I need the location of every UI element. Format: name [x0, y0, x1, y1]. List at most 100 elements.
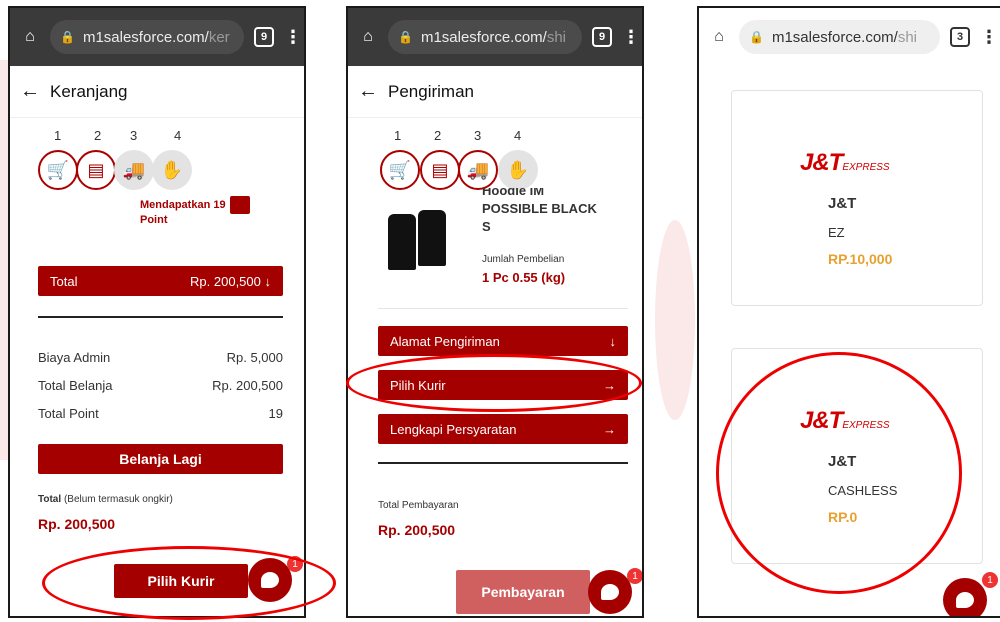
menu-dots-icon[interactable]: ⋮ [980, 27, 998, 48]
chat-button[interactable] [588, 570, 632, 614]
menu-dots-icon[interactable]: ⋮ [622, 27, 640, 48]
reward-icon [230, 196, 250, 214]
product-name: Hoodie IM POSSIBLE BLACK S [482, 188, 597, 248]
phone-screen-cart: ⌂ 🔒 m1salesforce.com/ker 9 ⋮ ← Keranjang… [8, 6, 306, 618]
total-note-text: (Belum termasuk ongkir) [63, 494, 173, 505]
logo-subtext: EXPRESS [842, 162, 890, 173]
step-number: 1 [54, 128, 62, 143]
truck-step-icon: 🚚 [458, 150, 498, 190]
summary-row: Total Point 19 [38, 406, 283, 421]
total-toggle-bar[interactable]: Total Rp. 200,500 ↓ [38, 266, 283, 296]
cart-step-icon: 🛒 [38, 150, 78, 190]
total-value: Rp. 200,500 [190, 273, 261, 289]
choose-courier-bar[interactable]: Pilih Kurir → [378, 370, 628, 400]
product-name-line: S [482, 219, 491, 234]
back-arrow-icon[interactable]: ← [358, 80, 378, 103]
step-number: 4 [174, 128, 182, 143]
arrow-down-icon: ↓ [264, 273, 272, 289]
cart-step-icon: 🛒 [380, 150, 420, 190]
summary-row: Total Belanja Rp. 200,500 [38, 378, 283, 393]
app-header: ← Pengiriman [348, 66, 642, 118]
total-note: Total (Belum termasuk ongkir) [38, 494, 173, 505]
payment-step-icon: ✋ [498, 150, 538, 190]
choose-courier-button[interactable]: Pilih Kurir [114, 564, 248, 598]
divider [38, 316, 283, 318]
courier-option-card[interactable]: J&TEXPRESS J&T EZ RP.10,000 [731, 90, 983, 306]
tab-count-button[interactable]: 9 [592, 27, 612, 47]
lock-icon: 🔒 [60, 30, 75, 44]
home-icon[interactable]: ⌂ [20, 27, 40, 47]
chat-badge: 1 [627, 568, 642, 584]
product-name-top: Hoodie IM [482, 188, 545, 198]
home-icon[interactable]: ⌂ [358, 27, 378, 47]
quantity-value: 1 Pc 0.55 (kg) [482, 270, 566, 285]
summary-value: 19 [268, 406, 283, 421]
jt-logo: J&TEXPRESS [800, 407, 890, 435]
home-icon[interactable]: ⌂ [709, 27, 729, 47]
store-step-icon: ▤ [420, 150, 460, 190]
summary-label: Biaya Admin [38, 350, 111, 365]
url-text-faded: shi [546, 28, 567, 46]
step-number: 4 [514, 128, 522, 143]
url-text-faded: ker [208, 28, 230, 46]
payment-label: Total Pembayaran [378, 500, 459, 511]
courier-service: CASHLESS [828, 483, 898, 498]
url-field[interactable]: 🔒 m1salesforce.com/ker [50, 20, 244, 54]
arrow-right-icon: → [603, 377, 616, 393]
app-header: ← Keranjang [10, 66, 304, 118]
grand-total: Rp. 200,500 [38, 516, 116, 532]
chat-badge: 1 [982, 572, 998, 588]
quantity-label: Jumlah Pembelian [482, 254, 565, 265]
url-field[interactable]: 🔒 m1salesforce.com/shi [388, 20, 582, 54]
url-text: m1salesforce.com/ [771, 28, 898, 46]
total-note-bold: Total [38, 494, 62, 505]
summary-label: Total Point [38, 406, 99, 421]
courier-name: J&T [828, 195, 857, 212]
browser-url-bar: ⌂ 🔒 m1salesforce.com/ker 9 ⋮ [10, 8, 304, 66]
requirements-bar[interactable]: Lengkapi Persyaratan → [378, 414, 628, 444]
shipping-address-bar[interactable]: Alamat Pengiriman ↓ [378, 326, 628, 356]
menu-label: Lengkapi Persyaratan [390, 421, 517, 437]
payment-button[interactable]: Pembayaran [456, 570, 590, 614]
chat-button[interactable] [248, 558, 292, 602]
tab-count-button[interactable]: 3 [950, 27, 970, 47]
url-field[interactable]: 🔒 m1salesforce.com/shi [739, 20, 940, 54]
arrow-right-icon: → [603, 421, 616, 437]
courier-option-card[interactable]: J&TEXPRESS J&T CASHLESS RP.0 [731, 348, 983, 564]
summary-value: Rp. 5,000 [226, 350, 283, 365]
tab-count-button[interactable]: 9 [254, 27, 274, 47]
step-number: 3 [130, 128, 138, 143]
page-title: Keranjang [50, 81, 128, 101]
chat-badge: 1 [287, 556, 303, 572]
watermark-shape-right [655, 220, 695, 420]
product-name-line: POSSIBLE BLACK [482, 201, 597, 216]
menu-dots-icon[interactable]: ⋮ [284, 27, 302, 48]
total-label: Total [50, 273, 78, 289]
url-text-faded: shi [897, 28, 918, 46]
courier-price: RP.10,000 [828, 251, 893, 267]
jt-logo: J&TEXPRESS [800, 149, 890, 177]
continue-shopping-button[interactable]: Belanja Lagi [38, 444, 283, 474]
lock-icon: 🔒 [398, 30, 413, 44]
chat-icon [956, 592, 974, 608]
store-step-icon: ▤ [76, 150, 116, 190]
chat-button[interactable] [943, 578, 987, 616]
step-number: 2 [94, 128, 102, 143]
truck-step-icon: 🚚 [114, 150, 154, 190]
summary-label: Total Belanja [38, 378, 113, 393]
url-text: m1salesforce.com/ [82, 28, 209, 46]
lock-icon: 🔒 [749, 30, 764, 44]
product-image [384, 204, 450, 274]
back-arrow-icon[interactable]: ← [20, 80, 40, 103]
summary-row: Biaya Admin Rp. 5,000 [38, 350, 283, 365]
menu-label: Pilih Kurir [390, 377, 446, 393]
browser-url-bar: ⌂ 🔒 m1salesforce.com/shi 9 ⋮ [348, 8, 642, 66]
logo-text: J&T [800, 407, 843, 434]
courier-name: J&T [828, 453, 857, 470]
phone-screen-shipping: ⌂ 🔒 m1salesforce.com/shi 9 ⋮ ← Pengirima… [346, 6, 644, 618]
payment-total: Rp. 200,500 [378, 522, 456, 538]
url-text: m1salesforce.com/ [420, 28, 547, 46]
step-number: 3 [474, 128, 482, 143]
browser-url-bar: ⌂ 🔒 m1salesforce.com/shi 3 ⋮ [699, 8, 1000, 66]
step-number: 2 [434, 128, 442, 143]
